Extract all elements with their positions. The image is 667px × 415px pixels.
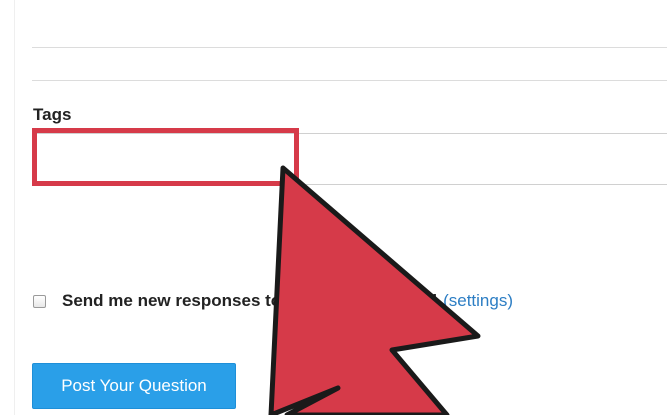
tags-label: Tags	[33, 105, 72, 124]
ask-question-form-page: Tags Send me new responses to my posts v…	[0, 0, 667, 415]
email-notification-checkbox[interactable]	[33, 294, 46, 308]
tags-field[interactable]	[32, 133, 667, 185]
left-border	[14, 0, 15, 415]
tags-input[interactable]	[32, 134, 667, 184]
email-notification-label: Send me new responses to my posts via em…	[62, 291, 438, 310]
post-question-button[interactable]: Post Your Question	[32, 363, 236, 409]
divider-line	[32, 80, 667, 81]
arrow-cursor-icon	[268, 165, 481, 415]
divider-line	[32, 47, 667, 48]
email-notification-option: Send me new responses to my posts via em…	[33, 291, 513, 311]
settings-link[interactable]: (settings)	[443, 291, 513, 311]
